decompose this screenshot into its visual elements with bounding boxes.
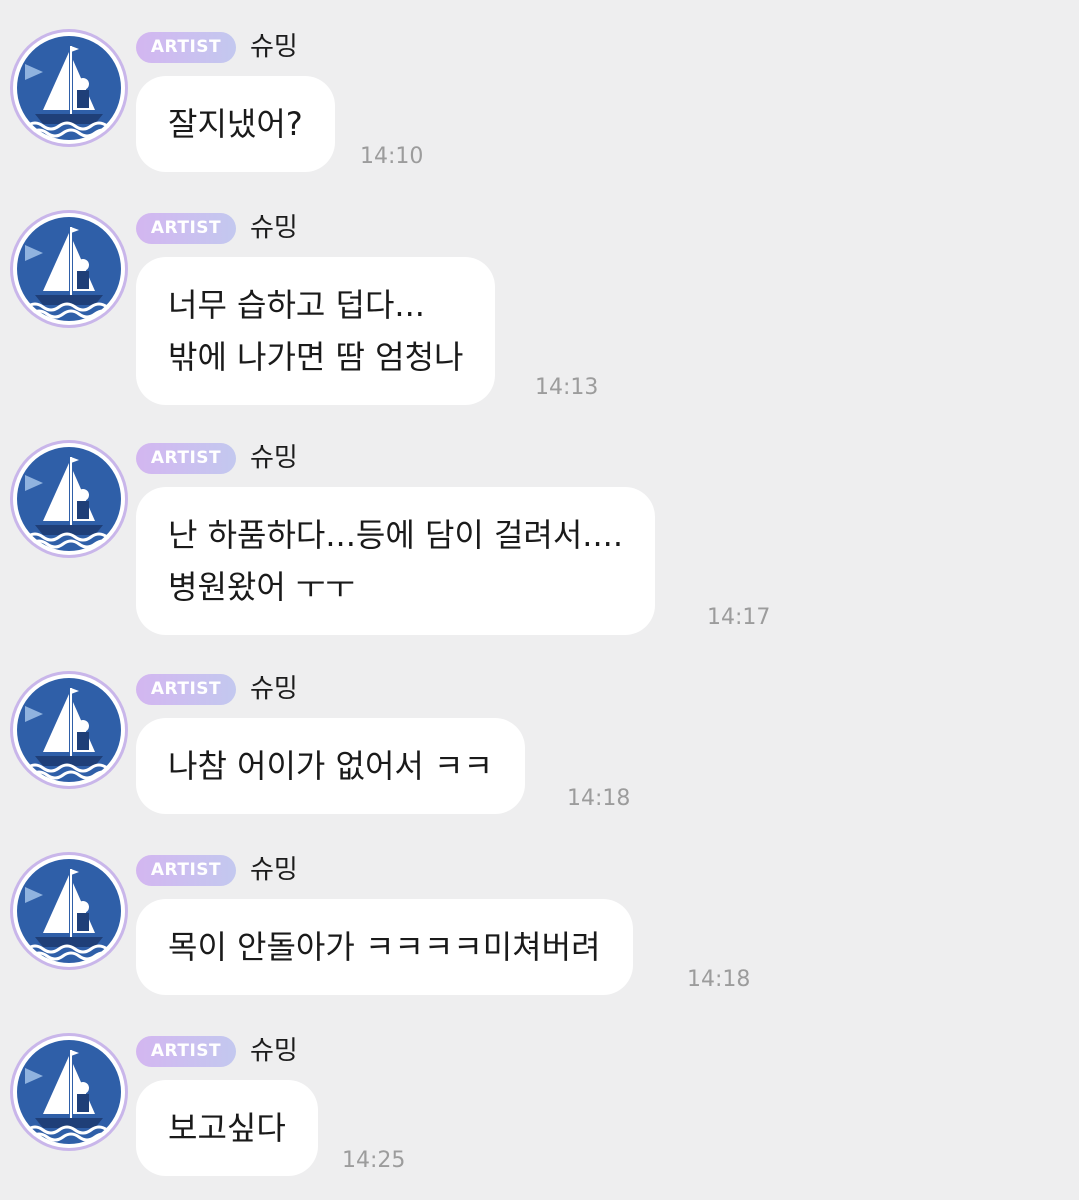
artist-badge: ARTIST (136, 1036, 236, 1067)
message-text: 너무 습하고 덥다... (168, 286, 425, 324)
message-text: 병원왔어 ㅜㅜ (168, 568, 355, 606)
message-text: 밖에 나가면 땀 엄청나 (168, 338, 464, 376)
message-time: 14:17 (707, 605, 771, 630)
avatar[interactable] (13, 855, 125, 967)
sender-name: 슈밍 (250, 32, 298, 62)
message-time: 14:13 (535, 375, 599, 400)
sender-name: 슈밍 (250, 213, 298, 243)
message-time: 14:18 (567, 786, 631, 811)
avatar[interactable] (13, 213, 125, 325)
message-text: 잘지냈어? (168, 105, 303, 143)
message-bubble[interactable]: 목이 안돌아가 ㅋㅋㅋㅋ미쳐버려 (136, 899, 633, 995)
artist-badge: ARTIST (136, 855, 236, 886)
message-time: 14:18 (687, 967, 751, 992)
sailboat-sailor-icon (17, 217, 121, 321)
avatar[interactable] (13, 32, 125, 144)
message-text: 난 하품하다...등에 담이 걸려서.... (168, 516, 623, 554)
sender-name: 슈밍 (250, 443, 298, 473)
message-bubble[interactable]: 나참 어이가 없어서 ㅋㅋ (136, 718, 525, 814)
avatar[interactable] (13, 1036, 125, 1148)
message-text: 목이 안돌아가 ㅋㅋㅋㅋ미쳐버려 (168, 928, 601, 966)
sender-name: 슈밍 (250, 1036, 298, 1066)
artist-badge: ARTIST (136, 674, 236, 705)
sender-name: 슈밍 (250, 674, 298, 704)
sender-name: 슈밍 (250, 855, 298, 885)
sailboat-sailor-icon (17, 859, 121, 963)
message-bubble[interactable]: 잘지냈어? (136, 76, 335, 172)
message-bubble[interactable]: 보고싶다 (136, 1080, 318, 1176)
message-bubble[interactable]: 난 하품하다...등에 담이 걸려서.... 병원왔어 ㅜㅜ (136, 487, 655, 635)
avatar[interactable] (13, 443, 125, 555)
message-text: 보고싶다 (168, 1109, 286, 1147)
message-time: 14:10 (360, 144, 424, 169)
sailboat-sailor-icon (17, 1040, 121, 1144)
message-time: 14:25 (342, 1148, 406, 1173)
artist-badge: ARTIST (136, 443, 236, 474)
sailboat-sailor-icon (17, 36, 121, 140)
artist-badge: ARTIST (136, 32, 236, 63)
message-text: 나참 어이가 없어서 ㅋㅋ (168, 747, 493, 785)
message-bubble[interactable]: 너무 습하고 덥다... 밖에 나가면 땀 엄청나 (136, 257, 496, 405)
avatar[interactable] (13, 674, 125, 786)
sailboat-sailor-icon (17, 447, 121, 551)
sailboat-sailor-icon (17, 678, 121, 782)
artist-badge: ARTIST (136, 213, 236, 244)
